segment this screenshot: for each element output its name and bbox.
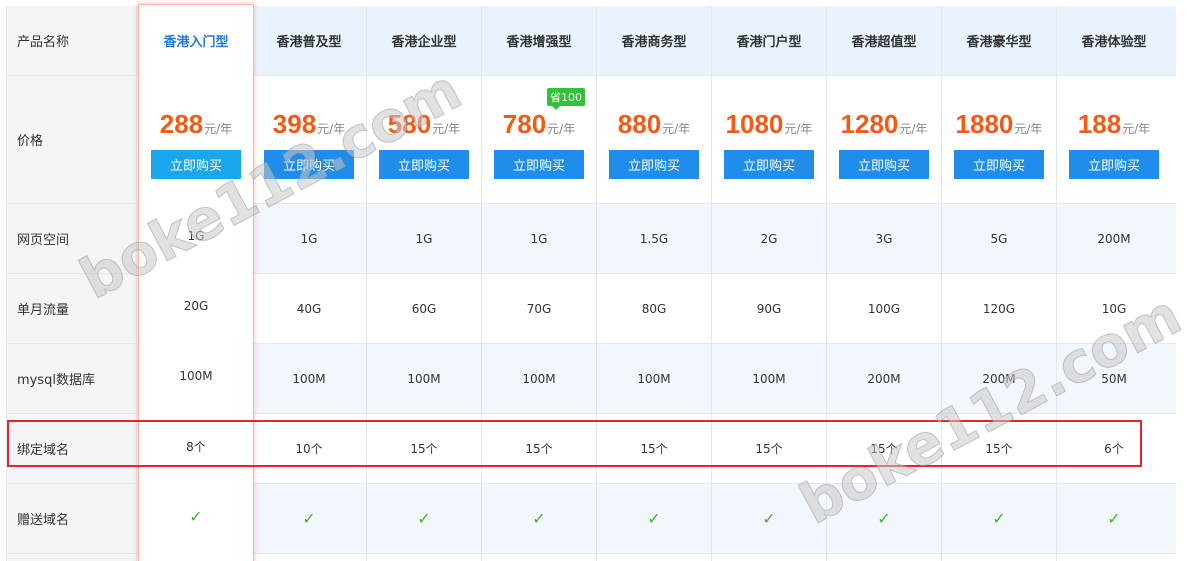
price-unit: 元/年 (899, 121, 928, 136)
price-value: 780 (502, 108, 547, 139)
table-cell: ✓ (596, 484, 711, 553)
price-cell: 1280 元/年 立即购买 (826, 76, 941, 203)
price-unit: 元/年 (1014, 121, 1043, 136)
table-cell: ✓ (366, 484, 481, 553)
table-cell: 200M (1056, 204, 1171, 273)
plan-name-highlighted: 香港入门型 (163, 34, 229, 50)
table-cell: ✓ (251, 484, 366, 553)
table-cell (481, 554, 596, 561)
table-cell (711, 554, 826, 561)
table-cell: 90G (711, 274, 826, 343)
check-icon: ✓ (302, 509, 316, 528)
check-icon: ✓ (1107, 509, 1121, 528)
plan-name-cell: 香港商务型 (596, 6, 711, 75)
table-cell: 70G (481, 274, 596, 343)
table-cell: 1G (481, 204, 596, 273)
check-icon: ✓ (532, 509, 546, 528)
table-cell: 80G (596, 274, 711, 343)
table-cell: 100M (366, 344, 481, 413)
plan-name-cell: 香港普及型 (251, 6, 366, 75)
table-cell: 1G (366, 204, 481, 273)
table-cell: 100M (481, 344, 596, 413)
table-cell: 200M (826, 344, 941, 413)
save-badge: 省100 (547, 88, 585, 110)
table-cell (826, 554, 941, 561)
buy-now-button[interactable]: 立即购买 (494, 149, 584, 179)
table-cell (366, 554, 481, 561)
table-cell (251, 554, 366, 561)
plan-name-cell: 香港体验型 (1056, 6, 1171, 75)
table-cell: 1.5G (596, 204, 711, 273)
table-cell: ✓ (941, 484, 1056, 553)
table-cell (1056, 554, 1171, 561)
price-cell: 省100 780 元/年 立即购买 (481, 76, 596, 203)
price-value: 288 (159, 109, 204, 139)
row-label-price: 价格 (6, 76, 136, 203)
hosting-plan-comparison-table: 产品名称 香港普及型 香港企业型 香港增强型 香港商务型 香港门户型 香港超值型… (0, 0, 1188, 561)
plan-name-cell: 香港豪华型 (941, 6, 1056, 75)
price-value: 880 (617, 108, 662, 139)
check-icon: ✓ (762, 509, 776, 528)
table-cell: 100M (711, 344, 826, 413)
check-icon: ✓ (189, 506, 203, 526)
check-icon: ✓ (992, 509, 1006, 528)
buy-now-button[interactable]: 立即购买 (954, 149, 1044, 179)
price-cell: 188 元/年 立即购买 (1056, 76, 1171, 203)
row-label-gift-domain: 赠送域名 (6, 484, 136, 553)
price-value: 1080 (725, 108, 784, 139)
price-cell: 1080 元/年 立即购买 (711, 76, 826, 203)
table-cell (596, 554, 711, 561)
plan-name-cell: 香港增强型 (481, 6, 596, 75)
check-icon: ✓ (417, 509, 431, 528)
table-cell: 5G (941, 204, 1056, 273)
check-icon: ✓ (647, 509, 661, 528)
table-cell: 60G (366, 274, 481, 343)
buy-now-button[interactable]: 立即购买 (724, 149, 814, 179)
plan-name-cell: 香港超值型 (826, 6, 941, 75)
table-cell: 40G (251, 274, 366, 343)
table-cell: 100M (251, 344, 366, 413)
price-unit: 元/年 (662, 121, 691, 136)
buy-now-button[interactable]: 立即购买 (609, 149, 699, 179)
price-value: 188 (1077, 108, 1122, 139)
plan-name-cell: 香港门户型 (711, 6, 826, 75)
price-unit: 元/年 (1122, 121, 1151, 136)
plan-name-cell: 香港企业型 (366, 6, 481, 75)
price-cell: 880 元/年 立即购买 (596, 76, 711, 203)
price-value: 1280 (840, 108, 899, 139)
table-cell: 20G (183, 299, 209, 313)
check-icon: ✓ (877, 509, 891, 528)
price-unit: 元/年 (784, 121, 813, 136)
table-cell: 100M (179, 369, 213, 383)
table-cell (941, 554, 1056, 561)
row-label-product-name: 产品名称 (6, 6, 136, 75)
row-label-mysql: mysql数据库 (6, 344, 136, 413)
table-cell: 100M (596, 344, 711, 413)
buy-now-button[interactable]: 立即购买 (1069, 149, 1159, 179)
table-cell: ✓ (1056, 484, 1171, 553)
table-cell: ✓ (481, 484, 596, 553)
price-cell: 1880 元/年 立即购买 (941, 76, 1056, 203)
table-cell: 120G (941, 274, 1056, 343)
row-label-empty (6, 554, 136, 561)
buy-now-button[interactable]: 立即购买 (839, 149, 929, 179)
price-unit: 元/年 (204, 122, 233, 136)
price-unit: 元/年 (547, 121, 576, 136)
table-cell: 2G (711, 204, 826, 273)
price-value: 1880 (955, 108, 1014, 139)
table-cell: 3G (826, 204, 941, 273)
table-cell: ✓ (138, 484, 254, 548)
table-cell: 100G (826, 274, 941, 343)
